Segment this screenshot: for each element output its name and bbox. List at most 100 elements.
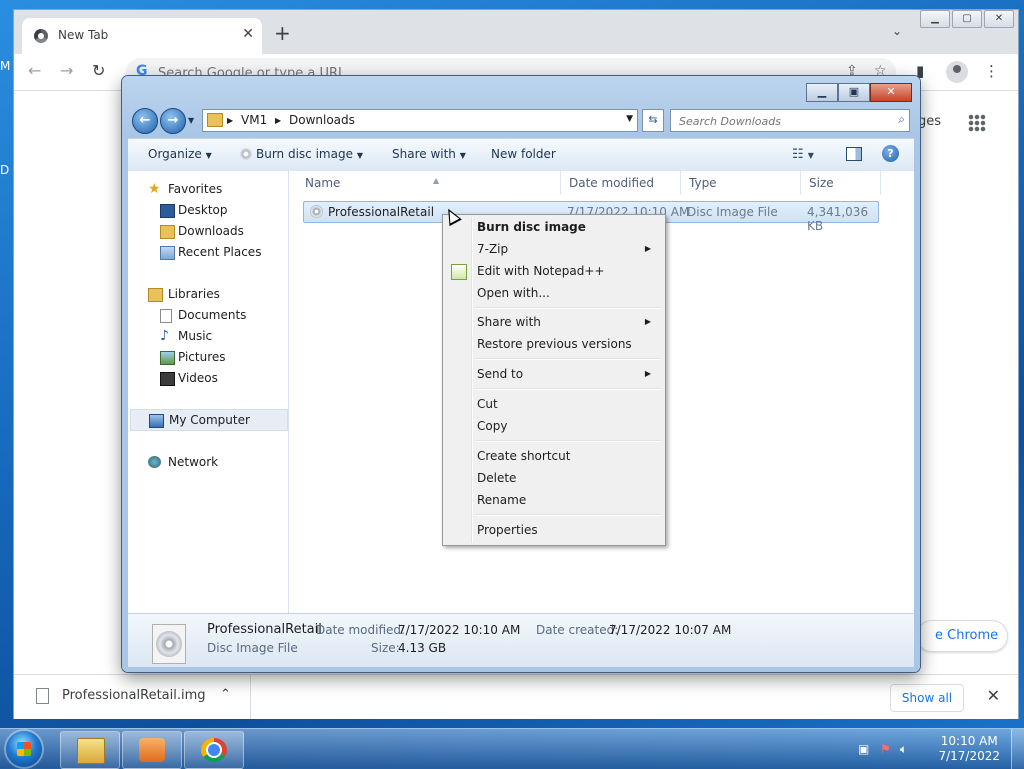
minimize-icon[interactable]: ▁	[806, 83, 838, 102]
nav-documents[interactable]: Documents	[130, 305, 286, 325]
breadcrumb-vm1[interactable]: VM1	[241, 113, 267, 127]
maximize-icon[interactable]: ▣	[838, 83, 870, 102]
disc-image-icon	[310, 205, 323, 218]
breadcrumb-downloads[interactable]: Downloads	[289, 113, 355, 127]
close-icon[interactable]: ✕	[870, 83, 912, 102]
action-center-flag-icon[interactable]: ⚑	[880, 742, 891, 756]
start-button-icon[interactable]	[6, 731, 42, 767]
menu-item-edit-with-notepad[interactable]: Edit with Notepad++	[445, 260, 661, 282]
nav-favorites[interactable]: ★ Favorites	[130, 179, 286, 199]
desktop-edge-text: M	[0, 59, 11, 73]
chevron-down-icon: ▼	[356, 151, 363, 160]
taskbar-media-player-button[interactable]	[122, 731, 182, 769]
minimize-icon[interactable]: ▁	[920, 10, 950, 28]
nav-desktop[interactable]: Desktop	[130, 200, 286, 220]
help-icon[interactable]: ?	[882, 145, 899, 162]
column-header-type[interactable]: Type	[681, 171, 801, 195]
menu-item-copy[interactable]: Copy	[445, 415, 661, 437]
clock-time: 10:10 AM	[940, 734, 998, 748]
burn-disc-image-button[interactable]: Burn disc image ▼	[240, 147, 363, 161]
star-icon: ★	[148, 181, 161, 197]
sort-arrow-icon: ▲	[433, 176, 440, 185]
nav-music[interactable]: ♪ Music	[130, 326, 286, 346]
navigation-pane: ★ Favorites Desktop Downloads Recent Pla…	[128, 171, 289, 613]
menu-item-cut[interactable]: Cut	[445, 393, 661, 415]
menu-item-rename[interactable]: Rename	[445, 489, 661, 511]
menu-item-delete[interactable]: Delete	[445, 467, 661, 489]
recent-pages-chevron-icon[interactable]: ▼	[188, 116, 194, 125]
forward-arrow-icon[interactable]: →	[60, 61, 73, 80]
breadcrumb-arrow-icon[interactable]: ▶	[227, 116, 233, 125]
column-header-date[interactable]: Date modified	[561, 171, 681, 195]
menu-item-restore-previous-versions[interactable]: Restore previous versions	[445, 333, 661, 355]
burn-label: Burn disc image	[256, 147, 353, 161]
menu-item-open-with[interactable]: Open with...	[445, 282, 661, 304]
network-tray-icon[interactable]: ▣	[858, 742, 869, 756]
organize-button[interactable]: Organize ▼	[148, 147, 212, 161]
search-box[interactable]: ⌕	[670, 109, 910, 132]
clock[interactable]: 10:10 AM 7/17/2022	[938, 734, 1000, 764]
back-button-icon[interactable]: ←	[132, 108, 158, 134]
taskbar-chrome-button[interactable]	[184, 731, 244, 769]
menu-item-create-shortcut[interactable]: Create shortcut	[445, 445, 661, 467]
nav-downloads[interactable]: Downloads	[130, 221, 286, 241]
file-size: 4,341,036 KB	[807, 205, 869, 233]
tab-search-chevron-icon[interactable]: ⌄	[892, 24, 902, 38]
refresh-icon[interactable]: ⇆	[642, 109, 664, 132]
menu-item-send-to[interactable]: Send to ▶	[445, 363, 661, 385]
menu-item-7-zip[interactable]: 7-Zip ▶	[445, 238, 661, 260]
nav-network[interactable]: Network	[130, 452, 286, 472]
change-view-icon[interactable]: ☷ ▼	[792, 147, 814, 162]
apps-grid-icon[interactable]	[968, 114, 986, 132]
customize-chrome-button[interactable]: e Chrome	[916, 620, 1008, 652]
disc-icon	[240, 148, 252, 160]
menu-separator	[475, 307, 661, 309]
taskbar: ▣ ⚑ 🔈︎ 10:10 AM 7/17/2022	[0, 728, 1024, 769]
nav-videos[interactable]: Videos	[130, 368, 286, 388]
menu-item-burn-disc-image[interactable]: Burn disc image	[445, 216, 661, 238]
breadcrumb-arrow-icon[interactable]: ▶	[275, 116, 281, 125]
nav-pictures[interactable]: Pictures	[130, 347, 286, 367]
nav-recent-places[interactable]: Recent Places	[130, 242, 286, 262]
chevron-down-icon: ▼	[205, 151, 212, 160]
chrome-favicon-icon	[34, 29, 48, 43]
volume-icon[interactable]: 🔈︎	[900, 742, 907, 757]
menu-item-properties[interactable]: Properties	[445, 519, 661, 541]
videos-icon	[160, 372, 175, 386]
chevron-up-icon[interactable]: ⌃	[220, 687, 231, 702]
column-header-size[interactable]: Size	[801, 171, 881, 195]
show-desktop-button[interactable]	[1011, 729, 1024, 769]
forward-button-icon[interactable]: →	[160, 108, 186, 134]
show-all-button[interactable]: Show all	[890, 684, 964, 712]
close-icon[interactable]: ✕	[984, 10, 1014, 28]
details-date-created-label: Date created:	[536, 623, 619, 637]
recent-places-icon	[160, 246, 175, 260]
details-date-modified: 7/17/2022 10:10 AM	[398, 623, 521, 637]
new-tab-plus-icon[interactable]: +	[274, 23, 291, 43]
column-header-name[interactable]: Name ▲	[297, 171, 561, 195]
address-dropdown-icon[interactable]: ▼	[626, 114, 633, 124]
maximize-icon[interactable]: ▢	[952, 10, 982, 28]
music-note-icon: ♪	[160, 328, 169, 344]
menu-item-share-with[interactable]: Share with ▶	[445, 311, 661, 333]
nav-my-computer[interactable]: My Computer	[130, 409, 288, 431]
preview-pane-icon[interactable]	[846, 147, 862, 161]
back-arrow-icon[interactable]: ←	[28, 61, 41, 80]
tab-close-icon[interactable]: ✕	[242, 26, 254, 42]
taskbar-explorer-button[interactable]	[60, 731, 120, 769]
new-folder-button[interactable]: New folder	[491, 147, 556, 161]
nav-libraries[interactable]: Libraries	[130, 284, 286, 304]
context-menu: Burn disc image 7-Zip ▶ Edit with Notepad…	[442, 214, 666, 546]
download-item[interactable]: ProfessionalRetail.img ⌃	[14, 675, 251, 719]
chrome-menu-icon[interactable]: ⋮	[984, 62, 999, 80]
address-bar[interactable]: ▶ VM1 ▶ Downloads ▼	[202, 109, 638, 132]
network-icon	[148, 456, 161, 468]
details-file-name: ProfessionalRetail	[207, 622, 322, 637]
computer-icon	[149, 414, 164, 428]
close-download-bar-icon[interactable]: ✕	[987, 686, 1000, 705]
chrome-tab-new-tab[interactable]: New Tab ✕	[22, 18, 262, 54]
share-with-button[interactable]: Share with ▼	[392, 147, 466, 161]
reload-icon[interactable]: ↻	[92, 61, 105, 80]
profile-avatar-icon[interactable]	[946, 61, 968, 83]
search-input[interactable]	[677, 112, 881, 130]
